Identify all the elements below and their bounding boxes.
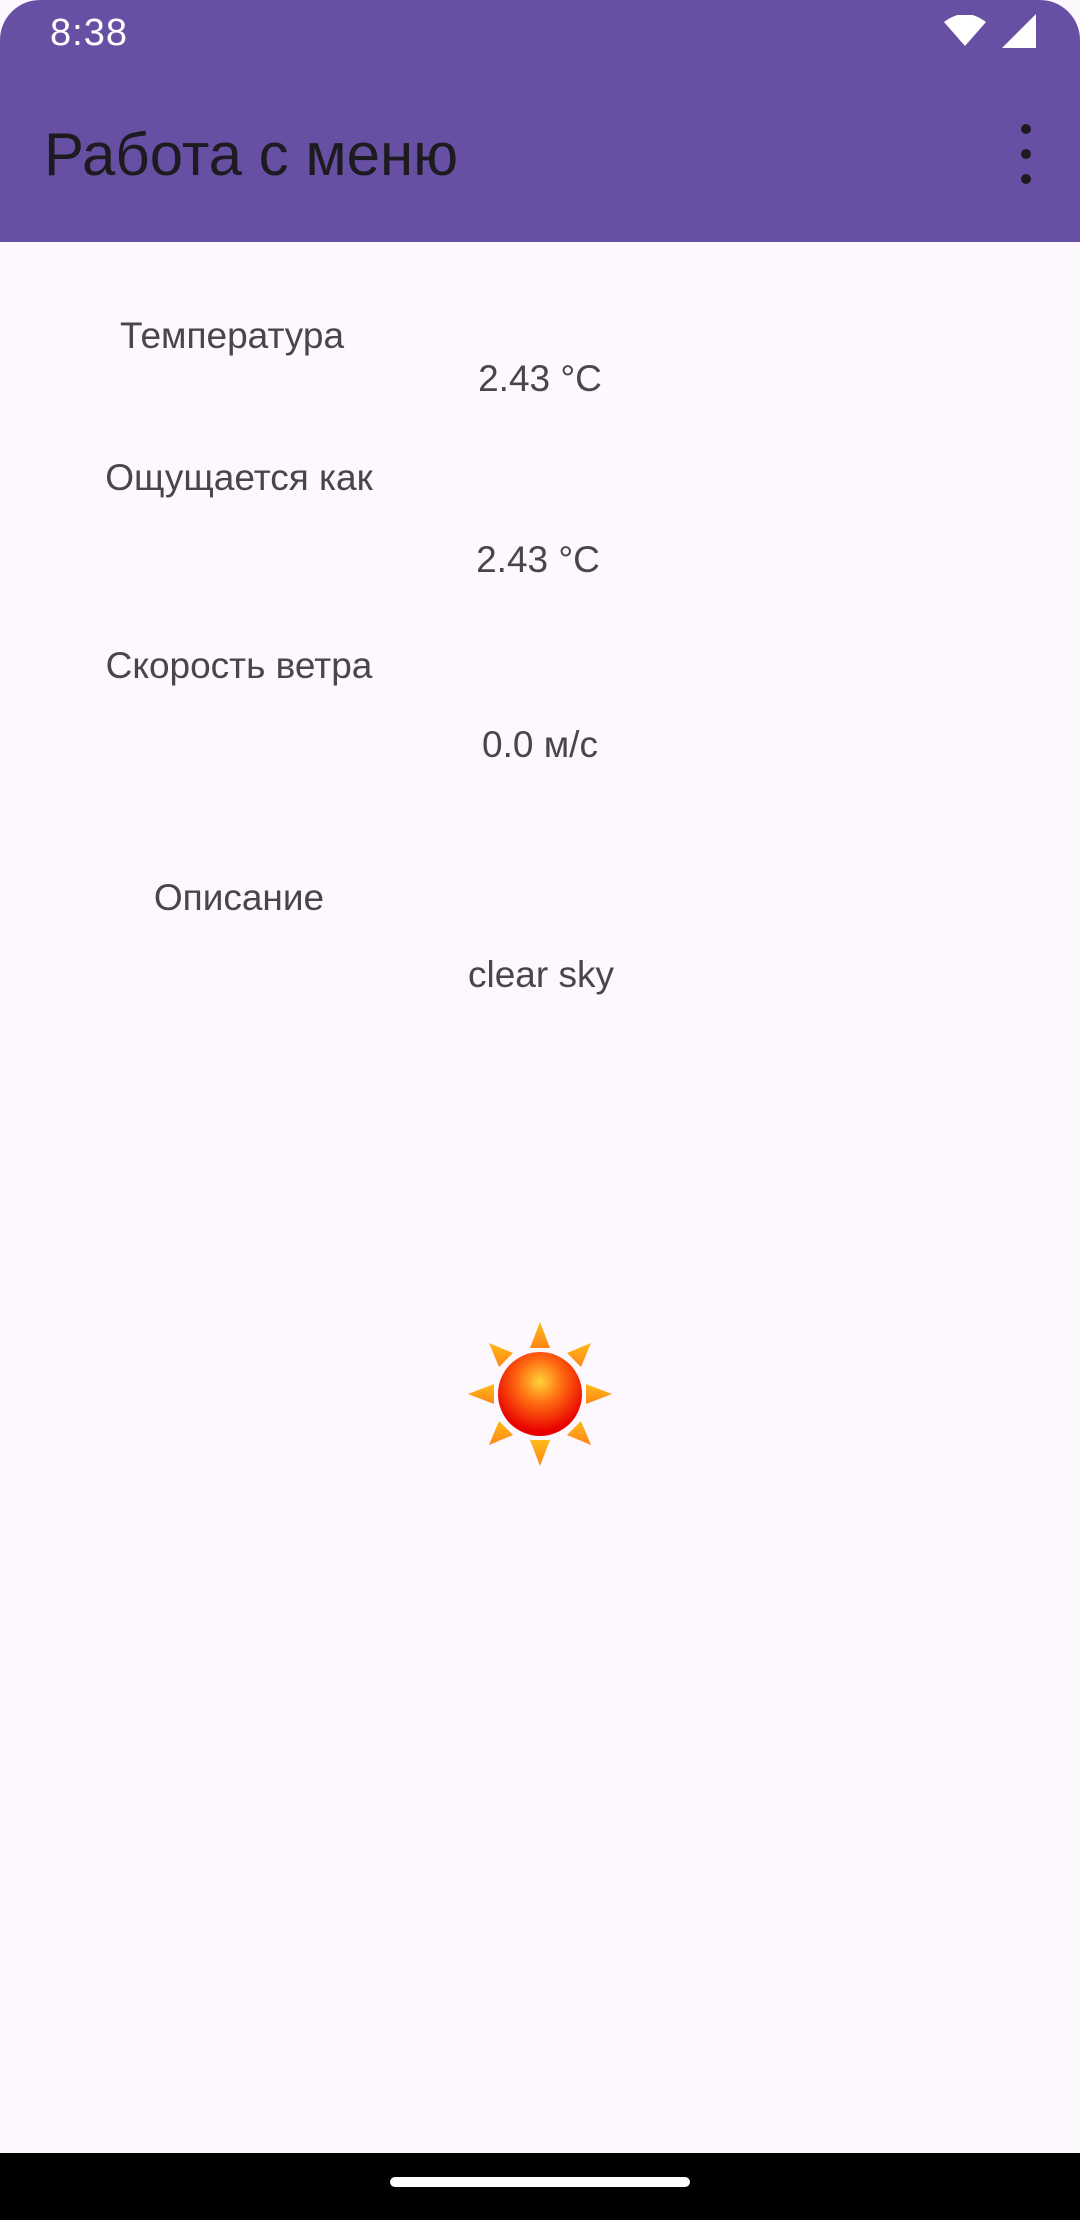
- wind-speed-value: 0.0 м/с: [482, 724, 598, 765]
- feels-like-value: 2.43 °C: [476, 539, 600, 580]
- gesture-handle[interactable]: [390, 2177, 690, 2187]
- cellular-signal-icon: [1002, 14, 1036, 48]
- wind-speed-label: Скорость ветра: [105, 645, 373, 686]
- temperature-value: 2.43 °C: [478, 358, 602, 399]
- screen: 8:38 Работа с меню Температура 2.43 °C О…: [0, 0, 1080, 2220]
- page-title: Работа с меню: [44, 121, 459, 188]
- description-value: clear sky: [468, 954, 614, 995]
- wifi-icon: [944, 15, 986, 46]
- feels-like-label: Ощущается как: [105, 457, 373, 498]
- status-icons: [944, 14, 1036, 48]
- top-app-bar: 8:38 Работа с меню: [0, 0, 1080, 242]
- temperature-label: Температура: [119, 315, 345, 356]
- sun-icon: [468, 1322, 612, 1466]
- more-vert-icon[interactable]: [1008, 124, 1044, 184]
- description-label: Описание: [153, 877, 325, 918]
- status-time: 8:38: [50, 12, 128, 54]
